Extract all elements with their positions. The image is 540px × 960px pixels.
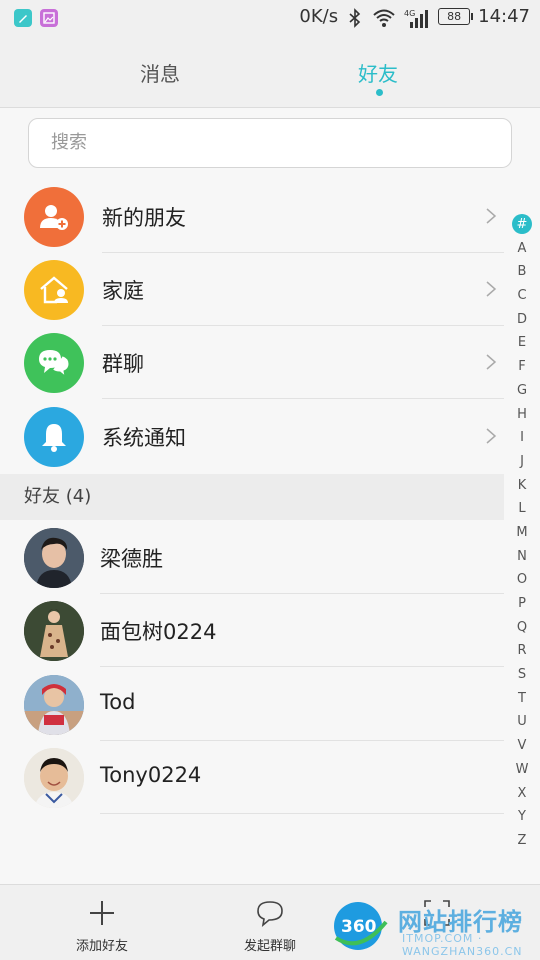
avatar bbox=[24, 601, 84, 661]
index-letter-g[interactable]: G bbox=[510, 379, 534, 403]
watermark: 360 网站排行榜 ITMOP.COM · WANGZHAN360.CN bbox=[330, 896, 540, 960]
tab-bar: 消息 好友 bbox=[0, 36, 540, 108]
friend-row[interactable]: 面包树0224 bbox=[0, 594, 504, 667]
list-item-label: 群聊 bbox=[102, 352, 144, 376]
index-letter-r[interactable]: R bbox=[510, 639, 534, 663]
avatar bbox=[24, 528, 84, 588]
friend-row[interactable]: Tod bbox=[0, 668, 504, 741]
chevron-right-icon bbox=[486, 428, 497, 444]
friends-section-header: 好友 (4) bbox=[0, 474, 504, 520]
divider bbox=[100, 666, 504, 667]
index-letter-f[interactable]: F bbox=[510, 355, 534, 379]
active-tab-indicator bbox=[376, 89, 383, 96]
list-item-new-friends[interactable]: 新的朋友 bbox=[0, 180, 504, 253]
index-letter-i[interactable]: I bbox=[510, 426, 534, 450]
index-letter-k[interactable]: K bbox=[510, 474, 534, 498]
divider bbox=[100, 813, 504, 814]
friend-name: 梁德胜 bbox=[100, 547, 163, 571]
start-group-chat-label: 发起群聊 bbox=[243, 939, 296, 954]
alphabet-index[interactable]: # A B C D E F G H I J K L M N O P Q R S T U V W X Y Z bbox=[510, 213, 534, 853]
search-input[interactable]: 搜索 bbox=[28, 118, 512, 168]
start-group-chat-button[interactable]: 发起群聊 bbox=[210, 885, 330, 960]
friend-name: Tod bbox=[100, 690, 136, 714]
avatar bbox=[24, 748, 84, 808]
index-letter-w[interactable]: W bbox=[510, 758, 534, 782]
signal-icon: 4G bbox=[404, 8, 430, 28]
add-friend-label: 添加好友 bbox=[75, 939, 128, 954]
watermark-subtitle: ITMOP.COM · WANGZHAN360.CN bbox=[402, 932, 523, 958]
plus-icon bbox=[90, 901, 114, 925]
index-letter-q[interactable]: Q bbox=[510, 616, 534, 640]
index-letter-j[interactable]: J bbox=[510, 450, 534, 474]
divider bbox=[102, 398, 504, 399]
chevron-right-icon bbox=[486, 208, 497, 224]
watermark-site-2: WANGZHAN360.CN bbox=[402, 945, 523, 958]
status-bar: 0K/s 4G 88 14:47 bbox=[0, 0, 540, 36]
tab-friends[interactable]: 好友 bbox=[358, 58, 398, 87]
watermark-badge: 360 bbox=[341, 917, 377, 937]
list-item-family[interactable]: 家庭 bbox=[0, 253, 504, 326]
avatar bbox=[24, 675, 84, 735]
chevron-right-icon bbox=[486, 354, 497, 370]
index-letter-d[interactable]: D bbox=[510, 308, 534, 332]
chat-bubble-icon bbox=[257, 901, 283, 927]
list-item-label: 系统通知 bbox=[102, 426, 186, 450]
index-letter-z[interactable]: Z bbox=[510, 829, 534, 853]
network-type: 4G bbox=[404, 9, 415, 18]
clock: 14:47 bbox=[478, 6, 530, 27]
bluetooth-icon bbox=[346, 7, 364, 28]
add-friend-icon bbox=[24, 187, 84, 247]
network-speed: 0K/s bbox=[299, 6, 339, 27]
list-item-group-chat[interactable]: 群聊 bbox=[0, 326, 504, 399]
tab-messages[interactable]: 消息 bbox=[140, 58, 180, 87]
index-letter-b[interactable]: B bbox=[510, 260, 534, 284]
index-letter-c[interactable]: C bbox=[510, 284, 534, 308]
index-letter-t[interactable]: T bbox=[510, 687, 534, 711]
index-letter-l[interactable]: L bbox=[510, 497, 534, 521]
chat-bubbles-icon bbox=[24, 333, 84, 393]
watermark-site: ITMOP.COM bbox=[402, 932, 474, 945]
friend-name: Tony0224 bbox=[100, 763, 202, 787]
index-letter-u[interactable]: U bbox=[510, 710, 534, 734]
contacts-screen: 0K/s 4G 88 14:47 消息 好友 搜索 新的朋友 家庭 群聊 系统通… bbox=[0, 0, 540, 960]
index-letter-s[interactable]: S bbox=[510, 663, 534, 687]
bell-icon bbox=[24, 407, 84, 467]
list-item-system-notice[interactable]: 系统通知 bbox=[0, 400, 504, 473]
index-letter-a[interactable]: A bbox=[510, 237, 534, 261]
notes-app-icon bbox=[14, 9, 32, 27]
watermark-logo: 360 bbox=[334, 902, 388, 950]
chevron-right-icon bbox=[486, 281, 497, 297]
index-letter-y[interactable]: Y bbox=[510, 805, 534, 829]
index-letter-x[interactable]: X bbox=[510, 782, 534, 806]
friend-name: 面包树0224 bbox=[100, 620, 217, 644]
wifi-icon bbox=[372, 8, 396, 27]
index-letter-o[interactable]: O bbox=[510, 568, 534, 592]
battery-icon: 88 bbox=[438, 8, 474, 25]
index-letter-e[interactable]: E bbox=[510, 331, 534, 355]
list-item-label: 新的朋友 bbox=[102, 206, 186, 230]
gallery-app-icon bbox=[40, 9, 58, 27]
friend-row[interactable]: Tony0224 bbox=[0, 741, 504, 814]
index-letter-hash[interactable]: # bbox=[510, 213, 534, 237]
index-letter-n[interactable]: N bbox=[510, 545, 534, 569]
index-letter-p[interactable]: P bbox=[510, 592, 534, 616]
index-letter-v[interactable]: V bbox=[510, 734, 534, 758]
index-letter-m[interactable]: M bbox=[510, 521, 534, 545]
index-letter-h[interactable]: H bbox=[510, 403, 534, 427]
friend-row[interactable]: 梁德胜 bbox=[0, 521, 504, 594]
list-item-label: 家庭 bbox=[102, 279, 144, 303]
add-friend-button[interactable]: 添加好友 bbox=[42, 885, 162, 960]
home-icon bbox=[24, 260, 84, 320]
